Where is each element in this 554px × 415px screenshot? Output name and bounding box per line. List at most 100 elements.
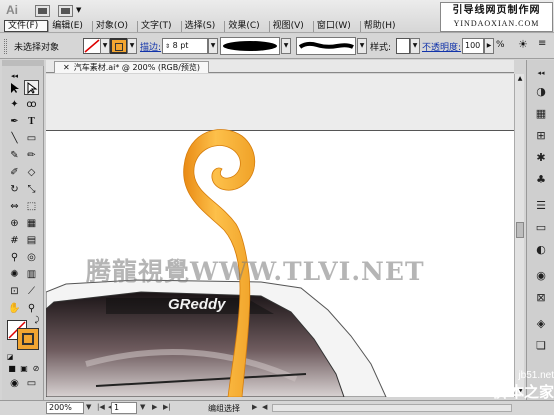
opacity-dropdown[interactable]: ▶ [484, 38, 494, 54]
status-menu-icon[interactable]: ▶ [252, 403, 257, 411]
menu-item-3[interactable]: 文字(T) [138, 20, 181, 32]
gradient-tool-icon[interactable]: ▤ [24, 233, 39, 248]
pen-tool-icon[interactable]: ✒ [7, 114, 22, 129]
scroll-up-icon[interactable]: ▲ [515, 74, 525, 84]
menu-item-1[interactable]: 编辑(E) [49, 20, 92, 32]
stroke-panel-icon[interactable]: ☰ [532, 196, 550, 214]
slice-tool-icon[interactable]: ⟋ [24, 284, 39, 299]
layers-panel-icon[interactable]: ◈ [532, 314, 550, 332]
stroke-weight-field[interactable]: ⇕ 8 pt [162, 38, 208, 54]
color-guide-icon[interactable]: ▦ [532, 104, 550, 122]
eraser-tool-icon[interactable]: ◇ [24, 165, 39, 180]
symbols-panel-icon[interactable]: ♣ [532, 170, 550, 188]
stroke-color-dropdown[interactable]: ▼ [100, 38, 110, 54]
direct-selection-tool-icon[interactable] [24, 80, 39, 95]
blob-brush-tool-icon[interactable]: ✐ [7, 165, 22, 180]
document-tab[interactable]: ✕ 汽车素材.ai* @ 200% (RGB/预览) [54, 61, 210, 73]
rectangle-tool-icon[interactable]: ▭ [24, 131, 39, 146]
rotate-tool-icon[interactable]: ↻ [7, 182, 22, 197]
next-page-icon[interactable]: ▶ [152, 403, 157, 411]
selection-tool-icon[interactable] [7, 80, 22, 95]
opacity-field[interactable]: 100 [462, 38, 484, 54]
transparency-panel-icon[interactable]: ◐ [532, 240, 550, 258]
menu-item-5[interactable]: 效果(C) [225, 20, 268, 32]
fill-color-swatch[interactable] [110, 38, 128, 54]
perspective-grid-tool-icon[interactable]: ▦ [24, 216, 39, 231]
type-tool-icon[interactable]: T [24, 114, 39, 129]
expand-panels-icon[interactable]: ◂◂ [532, 64, 550, 82]
panel-grip[interactable] [4, 39, 7, 54]
line-tool-icon[interactable]: ╲ [7, 131, 22, 146]
menu-item-2[interactable]: 对象(O) [93, 20, 137, 32]
page-field[interactable]: 1 [111, 402, 137, 414]
variable-width-profile[interactable] [220, 37, 280, 55]
first-page-icon[interactable]: |◀ [97, 403, 105, 411]
graphic-style-dropdown[interactable]: ▼ [410, 38, 420, 54]
color-mode-icon[interactable]: ■ [7, 363, 17, 373]
hand-tool-icon[interactable]: ✋ [7, 301, 22, 316]
gradient-panel-icon[interactable]: ▭ [532, 218, 550, 236]
appearance-panel-icon[interactable]: ◉ [532, 266, 550, 284]
free-transform-tool-icon[interactable]: ⬚ [24, 199, 39, 214]
vertical-scrollbar[interactable]: ▲ ▼ [514, 74, 524, 397]
menu-item-0[interactable]: 文件(F) [4, 20, 49, 32]
opacity-label-link[interactable]: 不透明度: [422, 40, 461, 53]
bridge-icon[interactable] [35, 5, 50, 17]
chevron-down-icon[interactable]: ▼ [76, 6, 81, 14]
blend-tool-icon[interactable]: ◎ [24, 250, 39, 265]
zoom-tool-icon[interactable]: ⚲ [24, 301, 39, 316]
paintbrush-tool-icon[interactable]: ✎ [7, 148, 22, 163]
symbol-sprayer-tool-icon[interactable]: ✺ [7, 267, 22, 282]
stroke-label-link[interactable]: 描边: [140, 40, 161, 53]
width-tool-icon[interactable]: ⇔ [7, 199, 22, 214]
menu-item-7[interactable]: 窗口(W) [314, 20, 360, 32]
app-logo: Ai [6, 3, 18, 17]
artwork[interactable]: GReddy [46, 74, 514, 397]
default-colors-icon[interactable]: ◪ [5, 352, 15, 362]
page-dropdown-icon[interactable]: ▼ [140, 403, 145, 411]
column-graph-tool-icon[interactable]: ▥ [24, 267, 39, 282]
artboards-panel-icon[interactable]: ❏ [532, 336, 550, 354]
stroke-color-swatch[interactable] [83, 38, 101, 54]
brushes-panel-icon[interactable]: ✱ [532, 148, 550, 166]
brush-dropdown[interactable]: ▼ [357, 38, 367, 54]
panel-menu-icon[interactable]: ≡ [538, 38, 546, 49]
arrange-documents-icon[interactable] [58, 5, 73, 17]
gradient-mode-icon[interactable]: ▣ [19, 363, 29, 373]
color-panel-icon[interactable]: ◑ [532, 82, 550, 100]
drawing-mode-icon[interactable]: ◉ [7, 376, 22, 391]
scroll-left-icon[interactable]: ◀ [262, 403, 267, 411]
horizontal-scrollbar[interactable] [272, 404, 512, 412]
mesh-tool-icon[interactable]: # [7, 233, 22, 248]
sun-icon[interactable]: ☀ [518, 38, 528, 51]
menu-item-4[interactable]: 选择(S) [182, 20, 225, 32]
car-illustration[interactable]: GReddy [46, 279, 387, 397]
pencil-tool-icon[interactable]: ✏ [24, 148, 39, 163]
swap-colors-icon[interactable]: ⤸ [32, 315, 42, 325]
magic-wand-tool-icon[interactable]: ✦ [7, 97, 22, 112]
brush-definition[interactable] [296, 37, 356, 55]
scale-tool-icon[interactable]: ⤡ [24, 182, 39, 197]
shape-builder-tool-icon[interactable]: ⊕ [7, 216, 22, 231]
zoom-dropdown-icon[interactable]: ▼ [86, 403, 91, 411]
scroll-thumb[interactable] [516, 222, 524, 238]
eyedropper-tool-icon[interactable]: ⚲ [7, 250, 22, 265]
stroke-weight-dropdown[interactable]: ▼ [208, 38, 218, 54]
screen-mode-icon[interactable]: ▭ [24, 376, 39, 391]
none-mode-icon[interactable]: ⊘ [31, 363, 41, 373]
zoom-field[interactable]: 200% [46, 402, 84, 414]
fill-box[interactable] [17, 328, 39, 350]
swatches-panel-icon[interactable]: ⊞ [532, 126, 550, 144]
close-icon[interactable]: ✕ [63, 63, 70, 72]
graphic-style-swatch[interactable] [396, 38, 410, 54]
fill-color-dropdown[interactable]: ▼ [127, 38, 137, 54]
menu-item-8[interactable]: 帮助(H) [361, 20, 405, 32]
profile-dropdown[interactable]: ▼ [281, 38, 291, 54]
menu-item-6[interactable]: 视图(V) [270, 20, 313, 32]
toolbox-grip[interactable] [2, 60, 44, 66]
lasso-tool-icon[interactable]: ꝏ [24, 97, 39, 112]
last-page-icon[interactable]: ▶| [163, 403, 171, 411]
artboard-tool-icon[interactable]: ⊡ [7, 284, 22, 299]
graphic-styles-panel-icon[interactable]: ⊠ [532, 288, 550, 306]
canvas-area[interactable]: GReddy 腾龍視覺WWW.TLVI.NET [46, 74, 514, 397]
